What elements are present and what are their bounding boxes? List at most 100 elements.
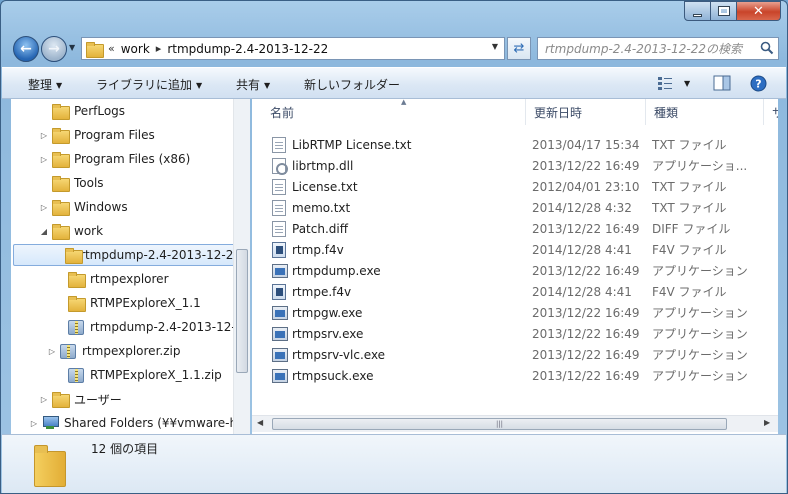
tree-item[interactable]: ▷ Program Files (x86) bbox=[39, 148, 190, 170]
minimize-icon bbox=[693, 13, 702, 17]
close-button[interactable]: ✕ bbox=[737, 1, 781, 21]
tree-item[interactable]: rtmpexplorer bbox=[55, 268, 169, 290]
preview-pane-icon[interactable] bbox=[713, 75, 731, 91]
address-bar[interactable]: « work ▸ rtmpdump-2.4-2013-12-22 ▼ bbox=[81, 37, 505, 60]
expanded-arrow-icon[interactable]: ◢ bbox=[39, 227, 49, 236]
tree-item[interactable]: RTMPExploreX_1.1 bbox=[55, 292, 201, 314]
breadcrumb-overflow[interactable]: « bbox=[108, 42, 115, 55]
expand-arrow-icon[interactable]: ▷ bbox=[47, 347, 57, 356]
file-modified: 2013/12/22 16:49 bbox=[532, 221, 640, 236]
file-row[interactable]: LibRTMP License.txt 2013/04/17 15:34 TXT フ… bbox=[252, 134, 778, 155]
expand-arrow-icon[interactable]: ▷ bbox=[39, 395, 49, 404]
breadcrumb-work[interactable]: work bbox=[121, 42, 150, 56]
file-row[interactable]: memo.txt 2014/12/28 4:32 TXT ファイル bbox=[252, 197, 778, 218]
navigation-scrollbar[interactable] bbox=[233, 99, 250, 434]
recent-pages-dropdown[interactable]: ▼ bbox=[69, 43, 75, 52]
file-name: Patch.diff bbox=[292, 221, 348, 236]
file-modified: 2013/12/22 16:49 bbox=[532, 263, 640, 278]
scroll-left-icon[interactable]: ◀ bbox=[257, 418, 263, 427]
file-row[interactable]: rtmp.f4v 2014/12/28 4:41 F4V ファイル bbox=[252, 239, 778, 260]
explorer-window: ✕ ← → ▼ « work ▸ rtmpdump-2.4-2013-12-22… bbox=[0, 0, 788, 494]
tree-item-label: RTMPExploreX_1.1.zip bbox=[90, 368, 222, 382]
expand-arrow-icon[interactable]: ▷ bbox=[29, 419, 39, 428]
video-file-icon bbox=[272, 284, 286, 300]
back-button[interactable]: ← bbox=[13, 36, 39, 62]
tree-item[interactable]: ▷ Program Files bbox=[39, 124, 155, 146]
file-row[interactable]: rtmpdump.exe 2013/12/22 16:49 アプリケーション bbox=[252, 260, 778, 281]
expand-arrow-icon[interactable]: ▷ bbox=[39, 203, 49, 212]
tree-item-label: Windows bbox=[74, 200, 128, 214]
tree-item[interactable]: ▷ rtmpexplorer.zip bbox=[47, 340, 180, 362]
file-name: rtmpe.f4v bbox=[292, 284, 352, 299]
minimize-button[interactable] bbox=[684, 1, 711, 21]
search-icon[interactable] bbox=[760, 41, 774, 55]
horizontal-scrollbar-thumb[interactable]: ||| bbox=[272, 418, 727, 430]
document-icon bbox=[272, 221, 286, 237]
folder-icon bbox=[52, 152, 70, 168]
column-header-modified[interactable]: 更新日時 bbox=[526, 99, 646, 125]
folder-icon bbox=[52, 176, 70, 192]
view-dropdown-icon[interactable]: ▼ bbox=[684, 79, 690, 88]
file-row[interactable]: rtmpsuck.exe 2013/12/22 16:49 アプリケーション bbox=[252, 365, 778, 386]
tree-item[interactable]: ▷ Shared Folders (¥¥vmware-ho bbox=[29, 412, 244, 434]
file-row[interactable]: rtmpsrv.exe 2013/12/22 16:49 アプリケーション bbox=[252, 323, 778, 344]
network-share-icon bbox=[42, 416, 59, 430]
breadcrumb-current[interactable]: rtmpdump-2.4-2013-12-22 bbox=[167, 42, 328, 56]
file-name: rtmpsuck.exe bbox=[292, 368, 374, 383]
application-icon bbox=[272, 369, 288, 383]
file-list[interactable]: 名前 ▲ 更新日時 種類 サ LibRTMP License.txt 2013/0… bbox=[252, 99, 778, 434]
scroll-right-icon[interactable]: ▶ bbox=[764, 418, 770, 427]
sort-ascending-icon: ▲ bbox=[401, 99, 407, 106]
address-dropdown-icon[interactable]: ▼ bbox=[492, 42, 498, 51]
tree-item-label: Program Files (x86) bbox=[74, 152, 191, 166]
tree-item[interactable]: ▷ ユーザー bbox=[39, 388, 122, 410]
navigation-pane[interactable]: PerfLogs ▷ Program Files ▷ Program Files (x8… bbox=[11, 99, 250, 434]
tree-item[interactable]: PerfLogs bbox=[39, 100, 125, 122]
folder-icon bbox=[64, 248, 84, 264]
expand-arrow-icon[interactable]: ▷ bbox=[39, 155, 49, 164]
file-type: F4V ファイル bbox=[652, 285, 727, 299]
navigation-scrollbar-thumb[interactable] bbox=[236, 249, 248, 373]
back-arrow-icon: ← bbox=[20, 41, 32, 57]
file-row[interactable]: Patch.diff 2013/12/22 16:49 DIFF ファイル bbox=[252, 218, 778, 239]
tree-item[interactable]: RTMPExploreX_1.1.zip bbox=[55, 364, 222, 386]
folder-icon bbox=[52, 128, 70, 144]
caption-buttons: ✕ bbox=[684, 1, 781, 21]
file-row[interactable]: rtmpsrv-vlc.exe 2013/12/22 16:49 アプリケーション bbox=[252, 344, 778, 365]
file-modified: 2014/12/28 4:41 bbox=[532, 242, 632, 257]
application-icon bbox=[272, 348, 288, 362]
svg-text:?: ? bbox=[755, 78, 761, 91]
tree-item[interactable]: Tools bbox=[39, 172, 104, 194]
search-box[interactable]: rtmpdump-2.4-2013-12-22の検索 bbox=[537, 37, 779, 60]
column-header-name[interactable]: 名前 ▲ bbox=[262, 99, 526, 125]
file-row[interactable]: librtmp.dll 2013/12/22 16:49 アプリケーショ... bbox=[252, 155, 778, 176]
view-options-icon[interactable] bbox=[657, 75, 673, 91]
tree-item[interactable]: ◢ work bbox=[39, 220, 103, 242]
folder-icon bbox=[52, 392, 70, 408]
file-row[interactable]: rtmpgw.exe 2013/12/22 16:49 アプリケーション bbox=[252, 302, 778, 323]
help-icon[interactable]: ? bbox=[750, 75, 767, 92]
new-folder-button[interactable]: 新しいフォルダー bbox=[304, 76, 400, 93]
tree-item-label: PerfLogs bbox=[74, 104, 126, 118]
organize-menu[interactable]: 整理 ▼ bbox=[28, 76, 62, 93]
breadcrumb-separator-icon[interactable]: ▸ bbox=[156, 42, 162, 55]
file-row[interactable]: License.txt 2012/04/01 23:10 TXT ファイル bbox=[252, 176, 778, 197]
file-type: アプリケーション bbox=[652, 348, 748, 362]
column-header-type[interactable]: 種類 bbox=[646, 99, 764, 125]
forward-button[interactable]: → bbox=[41, 36, 67, 62]
tree-item[interactable]: rtmpdump-2.4-2013-12-22 bbox=[13, 244, 242, 266]
column-header-size[interactable]: サ bbox=[764, 99, 778, 125]
file-modified: 2014/12/28 4:41 bbox=[532, 284, 632, 299]
maximize-button[interactable] bbox=[711, 1, 737, 21]
tree-item[interactable]: rtmpdump-2.4-2013-12-22 bbox=[55, 316, 249, 338]
file-name: License.txt bbox=[292, 179, 358, 194]
file-row[interactable]: rtmpe.f4v 2014/12/28 4:41 F4V ファイル bbox=[252, 281, 778, 302]
expand-arrow-icon[interactable]: ▷ bbox=[39, 131, 49, 140]
horizontal-scrollbar[interactable]: ◀ ||| ▶ bbox=[252, 415, 778, 432]
file-modified: 2014/12/28 4:32 bbox=[532, 200, 632, 215]
share-with-menu[interactable]: 共有 ▼ bbox=[236, 76, 270, 93]
refresh-button[interactable]: ⇄ bbox=[507, 37, 531, 60]
tree-item[interactable]: ▷ Windows bbox=[39, 196, 128, 218]
include-in-library-menu[interactable]: ライブラリに追加 ▼ bbox=[96, 76, 202, 93]
folder-icon bbox=[86, 41, 104, 58]
